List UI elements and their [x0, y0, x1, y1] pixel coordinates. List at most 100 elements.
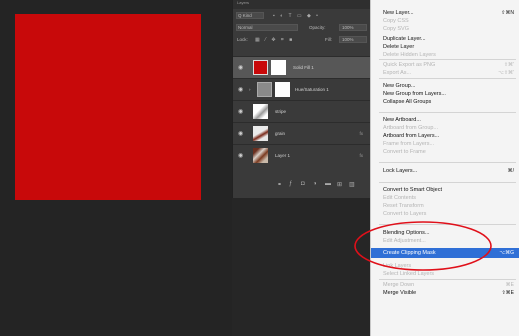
menu-item-link-layers: Link Layers: [371, 262, 519, 270]
menu-item-blending-options[interactable]: Blending Options...: [371, 229, 519, 237]
fill-label: Fill:: [325, 37, 332, 42]
menu-item-shortcut: ⇧⌘': [503, 62, 514, 68]
blend-row: Normal Opacity: 100%: [233, 22, 371, 33]
eye-icon[interactable]: ◉: [238, 86, 243, 93]
menu-item-label: Edit Adjustment...: [383, 238, 426, 244]
menu-item-new-artboard[interactable]: New Artboard...: [371, 116, 519, 124]
menu-item-copy-css: Copy CSS: [371, 17, 519, 25]
menu-item-delete-hidden-layers: Delete Hidden Layers: [371, 51, 519, 59]
menu-separator: [379, 59, 516, 60]
menu-item-shortcut: ⌥⌘G: [499, 250, 514, 256]
menu-item-label: Quick Export as PNG: [383, 62, 436, 68]
menu-item-label: New Group from Layers...: [383, 91, 446, 97]
layer-row[interactable]: ◉ Solid Fill 1: [233, 56, 371, 78]
menu-item-new-layer[interactable]: New Layer... ⇧⌘N: [371, 9, 519, 17]
menu-item-label: Artboard from Group...: [383, 125, 439, 131]
eye-icon[interactable]: ◉: [238, 108, 243, 115]
menu-item-duplicate-layer[interactable]: Duplicate Layer...: [371, 35, 519, 43]
eye-icon[interactable]: ◉: [238, 152, 243, 159]
menu-item-label: Copy CSS: [383, 18, 409, 24]
menu-item-label: Export As...: [383, 70, 412, 76]
layer-name[interactable]: Hue/Saturation 1: [295, 87, 329, 92]
mask-icon[interactable]: ◘: [301, 181, 305, 187]
lock-icons[interactable]: ▦ ⁄ ✥ ⌗ ■: [255, 37, 294, 43]
menu-item-select-linked-layers: Select Linked Layers: [371, 270, 519, 278]
filter-type-icons[interactable]: ▪ ◐ T ▭ ◆ •: [273, 13, 320, 19]
menu-separator: [379, 162, 516, 163]
menu-item-lock-layers[interactable]: Lock Layers... ⌘/: [371, 167, 519, 175]
layer-row[interactable]: ◉ › Hue/Saturation 1: [233, 78, 371, 100]
layer-fx-badge[interactable]: fx: [359, 131, 363, 136]
menu-item-shortcut: ⇧⌘N: [501, 10, 514, 16]
layer-thumbnail: [253, 148, 268, 163]
menu-item-convert-to-frame: Convert to Frame: [371, 148, 519, 156]
menu-item-label: Convert to Smart Object: [383, 187, 442, 193]
menu-item-convert-to-smart-object[interactable]: Convert to Smart Object: [371, 186, 519, 194]
layer-thumbnail: [253, 104, 268, 119]
chevron-right-icon[interactable]: ›: [249, 87, 251, 92]
filter-row: Q Kind ▪ ◐ T ▭ ◆ •: [233, 10, 371, 21]
eye-icon[interactable]: ◉: [238, 130, 243, 137]
folder-icon[interactable]: ▬: [325, 181, 331, 187]
menu-item-label: New Group...: [383, 83, 416, 89]
fx-icon[interactable]: ƒ: [289, 181, 292, 187]
opacity-value: 100%: [342, 25, 354, 30]
menu-separator: [379, 182, 516, 183]
menu-item-label: Duplicate Layer...: [383, 36, 426, 42]
menu-item-new-group[interactable]: New Group...: [371, 82, 519, 90]
menu-item-label: New Artboard...: [383, 117, 421, 123]
menu-item-artboard-from-layers[interactable]: Artboard from Layers...: [371, 132, 519, 140]
layer-thumbnail: [253, 60, 268, 75]
lock-row: Lock: ▦ ⁄ ✥ ⌗ ■ Fill: 100%: [233, 34, 371, 45]
menu-separator: [379, 112, 516, 113]
eye-icon[interactable]: ◉: [238, 64, 243, 71]
menu-item-merge-down: Merge Down ⌘E: [371, 281, 519, 289]
menu-item-label: Create Clipping Mask: [383, 250, 436, 256]
menu-item-shortcut: ⇧⌘E: [501, 290, 514, 296]
layer-name[interactable]: grain: [275, 131, 285, 136]
lock-label: Lock:: [237, 37, 248, 42]
menu-item-merge-visible[interactable]: Merge Visible ⇧⌘E: [371, 289, 519, 297]
new-layer-icon[interactable]: ⊞: [337, 181, 342, 188]
trash-icon[interactable]: ▥: [349, 181, 355, 188]
opacity-label: Opacity:: [309, 25, 326, 30]
menu-item-label: Link Layers: [383, 263, 412, 269]
menu-item-artboard-from-group: Artboard from Group...: [371, 124, 519, 132]
fill-value: 100%: [342, 37, 354, 42]
menu-item-label: Delete Layer: [383, 44, 415, 50]
menu-item-label: Edit Contents: [383, 195, 417, 201]
layer-row[interactable]: ◉ grain fx: [233, 122, 371, 144]
layer-name[interactable]: stripe: [275, 109, 286, 114]
menu-item-export-as: Export As... ⌥⇧⌘': [371, 69, 519, 77]
menu-item-label: Lock Layers...: [383, 168, 418, 174]
panel-footer: ⚭ ƒ ◘ ◑ ▬ ⊞ ▥: [233, 176, 371, 196]
menu-item-new-group-from-layers[interactable]: New Group from Layers...: [371, 90, 519, 98]
layer-name[interactable]: Layer 1: [275, 153, 290, 158]
menu-item-label: Delete Hidden Layers: [383, 52, 436, 58]
menu-item-delete-layer[interactable]: Delete Layer: [371, 43, 519, 51]
adjustment-layer-icon[interactable]: ◑: [313, 181, 317, 187]
layer-mask-thumbnail: [275, 82, 290, 97]
layer-name[interactable]: Solid Fill 1: [293, 65, 314, 70]
menu-item-convert-to-layers: Convert to Layers: [371, 210, 519, 218]
menu-item-create-clipping-mask[interactable]: Create Clipping Mask ⌥⌘G: [371, 248, 519, 258]
menu-item-collapse-all-groups[interactable]: Collapse All Groups: [371, 98, 519, 106]
menu-item-label: Frame from Layers...: [383, 141, 435, 147]
layer-row[interactable]: ◉ Layer 1 fx: [233, 144, 371, 166]
menu-item-shortcut: ⌥⇧⌘': [498, 70, 514, 76]
menu-item-label: New Layer...: [383, 10, 414, 16]
menu-item-edit-adjustment: Edit Adjustment...: [371, 237, 519, 245]
filter-kind-label: Q Kind: [238, 13, 252, 18]
menu-item-shortcut: ⌘E: [505, 282, 514, 288]
document-canvas[interactable]: [0, 0, 232, 336]
menu-item-label: Convert to Frame: [383, 149, 426, 155]
menu-item-edit-contents: Edit Contents: [371, 194, 519, 202]
layer-row[interactable]: ◉ stripe: [233, 100, 371, 122]
tab-layers[interactable]: Layers: [237, 0, 249, 5]
menu-item-copy-svg: Copy SVG: [371, 25, 519, 33]
layer-fx-badge[interactable]: fx: [359, 153, 363, 158]
link-icon[interactable]: ⚭: [277, 181, 282, 188]
menu-item-label: Collapse All Groups: [383, 99, 432, 105]
menu-item-reset-transform: Reset Transform: [371, 202, 519, 210]
menu-item-label: Select Linked Layers: [383, 271, 435, 277]
